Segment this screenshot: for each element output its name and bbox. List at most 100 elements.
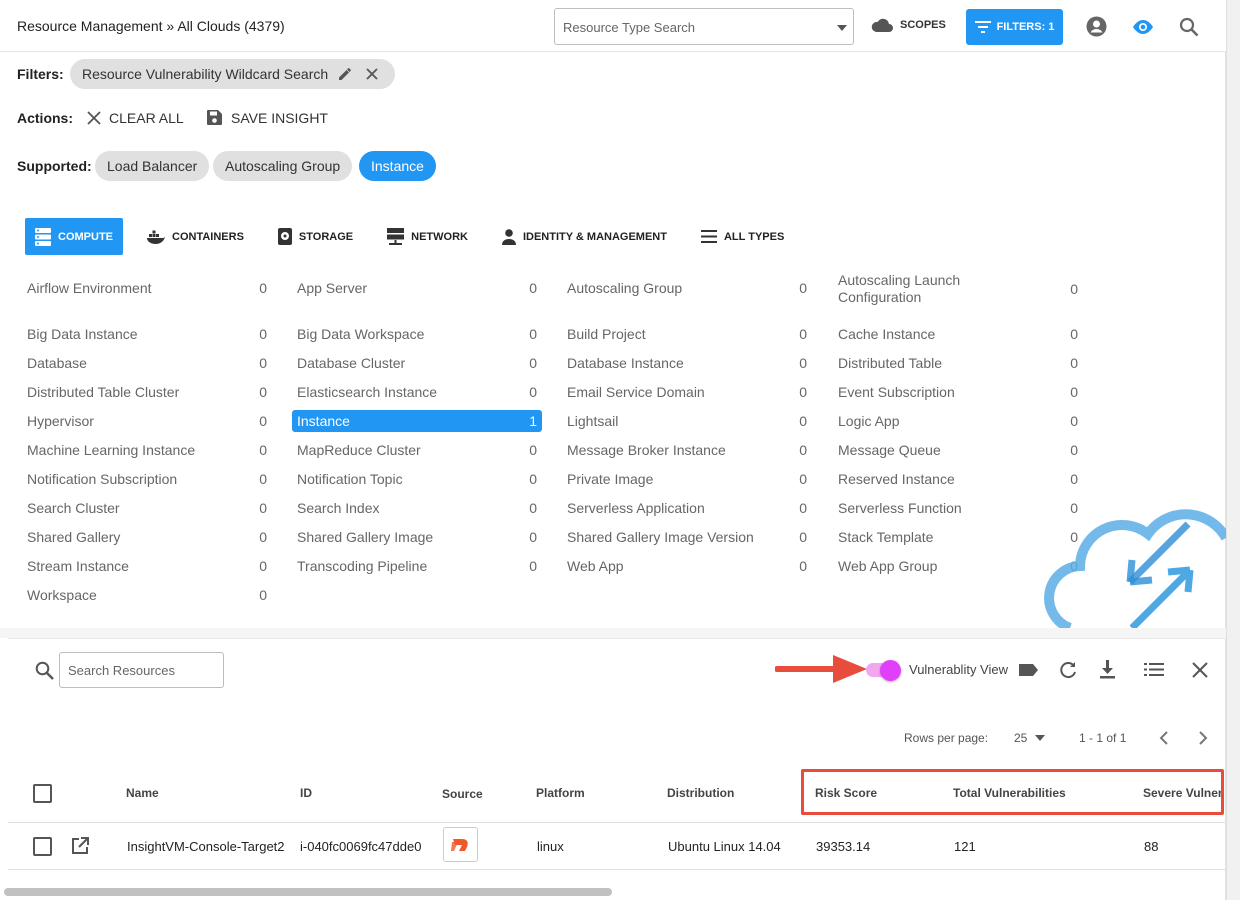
resource-type-item[interactable]: Database Instance 0 xyxy=(562,352,812,374)
resource-type-item[interactable]: Workspace 0 xyxy=(22,584,272,606)
account-circle-icon[interactable] xyxy=(1086,16,1107,37)
resource-type-item[interactable]: Serverless Application 0 xyxy=(562,497,812,519)
resource-type-item[interactable]: Message Broker Instance 0 xyxy=(562,439,812,461)
resource-type-item[interactable]: Instance 1 xyxy=(292,410,542,432)
resource-type-item[interactable]: Machine Learning Instance 0 xyxy=(22,439,272,461)
tab-containers[interactable]: CONTAINERS xyxy=(137,218,254,255)
resource-type-search[interactable]: Resource Type Search xyxy=(554,8,854,45)
clear-all-button[interactable]: CLEAR ALL xyxy=(87,110,184,126)
resource-type-count: 0 xyxy=(259,355,267,371)
tab-label: IDENTITY & MANAGEMENT xyxy=(522,230,667,243)
resource-type-label: Email Service Domain xyxy=(567,383,705,400)
resource-type-count: 0 xyxy=(259,500,267,516)
resource-type-item[interactable]: Notification Topic 0 xyxy=(292,468,542,490)
resource-type-item[interactable]: Autoscaling Launch Configuration 0 xyxy=(833,271,1083,307)
row-distribution: Ubuntu Linux 14.04 xyxy=(668,839,781,854)
supported-chip-instance[interactable]: Instance xyxy=(359,151,436,181)
resource-type-item[interactable]: Logic App 0 xyxy=(833,410,1083,432)
resource-type-item[interactable]: Shared Gallery 0 xyxy=(22,526,272,548)
horizontal-scrollbar[interactable] xyxy=(4,888,612,896)
resource-type-count: 0 xyxy=(529,280,537,296)
resource-type-item[interactable]: Build Project 0 xyxy=(562,323,812,345)
resource-type-item[interactable]: Lightsail 0 xyxy=(562,410,812,432)
resource-type-label: Database xyxy=(27,354,87,371)
column-list-icon[interactable] xyxy=(1144,663,1164,676)
resource-type-count: 0 xyxy=(799,500,807,516)
tab-network[interactable]: NETWORK xyxy=(377,218,478,255)
resource-type-count: 0 xyxy=(529,326,537,342)
tab-all-types[interactable]: ALL TYPES xyxy=(691,218,794,255)
vulnerability-view-toggle-knob[interactable] xyxy=(880,660,901,681)
tag-icon[interactable] xyxy=(1018,663,1039,677)
download-icon[interactable] xyxy=(1100,660,1115,679)
resource-type-item[interactable]: Database Cluster 0 xyxy=(292,352,542,374)
supported-chip-autoscaling-group[interactable]: Autoscaling Group xyxy=(213,151,353,181)
search-icon[interactable] xyxy=(1179,17,1199,37)
chevron-left-icon[interactable] xyxy=(1159,731,1168,745)
column-header-distribution[interactable]: Distribution xyxy=(667,786,734,800)
resource-type-item[interactable]: Search Cluster 0 xyxy=(22,497,272,519)
select-all-checkbox[interactable] xyxy=(33,784,52,803)
resource-type-label: Stream Instance xyxy=(27,557,129,574)
resource-type-item[interactable]: Shared Gallery Image 0 xyxy=(292,526,542,548)
resource-type-item[interactable]: Web App 0 xyxy=(562,555,812,577)
resource-type-item[interactable]: Big Data Workspace 0 xyxy=(292,323,542,345)
resource-type-item[interactable]: Hypervisor 0 xyxy=(22,410,272,432)
resource-type-item[interactable]: Transcoding Pipeline 0 xyxy=(292,555,542,577)
resource-type-item[interactable]: Stream Instance 0 xyxy=(22,555,272,577)
resource-type-item[interactable]: App Server 0 xyxy=(292,277,542,299)
resource-type-label: Notification Subscription xyxy=(27,470,178,487)
resource-type-item[interactable]: Airflow Environment 0 xyxy=(22,277,272,299)
filter-chip[interactable]: Resource Vulnerability Wildcard Search xyxy=(70,59,395,89)
column-header-platform[interactable]: Platform xyxy=(536,786,585,800)
resource-type-item[interactable]: Database 0 xyxy=(22,352,272,374)
open-external-icon[interactable] xyxy=(71,837,89,855)
resource-type-label: Autoscaling Group xyxy=(567,279,683,296)
pencil-icon[interactable] xyxy=(338,67,352,81)
refresh-icon[interactable] xyxy=(1059,661,1077,679)
tab-identity-management[interactable]: IDENTITY & MANAGEMENT xyxy=(492,218,677,255)
scopes-button[interactable]: SCOPES xyxy=(870,17,946,33)
vertical-scrollbar[interactable] xyxy=(1226,0,1240,900)
caret-down-icon xyxy=(1035,735,1046,741)
resource-type-item[interactable]: Distributed Table 0 xyxy=(833,352,1083,374)
search-resources-input[interactable]: Search Resources xyxy=(59,652,224,688)
rows-per-page-label: Rows per page: xyxy=(904,731,989,745)
resource-type-item[interactable]: Shared Gallery Image Version 0 xyxy=(562,526,812,548)
resource-type-item[interactable]: Cache Instance 0 xyxy=(833,323,1083,345)
save-insight-label: SAVE INSIGHT xyxy=(231,109,328,126)
resource-type-item[interactable]: MapReduce Cluster 0 xyxy=(292,439,542,461)
eye-icon[interactable] xyxy=(1131,19,1155,35)
close-icon[interactable] xyxy=(366,68,378,80)
resource-type-item[interactable]: Autoscaling Group 0 xyxy=(562,277,812,299)
storage-icon xyxy=(277,228,292,245)
resource-type-item[interactable]: Elasticsearch Instance 0 xyxy=(292,381,542,403)
chevron-down-icon[interactable] xyxy=(837,25,847,31)
person-icon xyxy=(501,228,516,245)
clear-all-label: CLEAR ALL xyxy=(109,110,184,126)
resource-type-item[interactable]: Private Image 0 xyxy=(562,468,812,490)
resource-type-item[interactable]: Notification Subscription 0 xyxy=(22,468,272,490)
column-header-name[interactable]: Name xyxy=(126,786,159,800)
tab-compute[interactable]: COMPUTE xyxy=(25,218,123,255)
rows-per-page-select[interactable]: 25 xyxy=(1014,731,1046,745)
resource-type-item[interactable]: Message Queue 0 xyxy=(833,439,1083,461)
resource-type-item[interactable]: Email Service Domain 0 xyxy=(562,381,812,403)
column-header-source[interactable]: Source xyxy=(442,787,483,801)
supported-chip-load-balancer[interactable]: Load Balancer xyxy=(95,151,210,181)
tab-storage[interactable]: STORAGE xyxy=(268,218,363,255)
supported-label: Supported: xyxy=(17,158,92,174)
chevron-right-icon[interactable] xyxy=(1199,731,1208,745)
resource-type-item[interactable]: Search Index 0 xyxy=(292,497,542,519)
resource-type-item[interactable]: Event Subscription 0 xyxy=(833,381,1083,403)
resource-type-count: 0 xyxy=(799,558,807,574)
filters-button[interactable]: FILTERS: 1 xyxy=(966,9,1063,45)
resource-type-label: Private Image xyxy=(567,470,654,487)
column-header-id[interactable]: ID xyxy=(300,786,312,800)
resource-type-item[interactable]: Distributed Table Cluster 0 xyxy=(22,381,272,403)
save-insight-button[interactable]: SAVE INSIGHT xyxy=(206,109,328,126)
resource-type-item[interactable]: Big Data Instance 0 xyxy=(22,323,272,345)
close-icon[interactable] xyxy=(1192,662,1208,678)
row-checkbox[interactable] xyxy=(33,837,52,856)
resource-type-item[interactable]: Reserved Instance 0 xyxy=(833,468,1083,490)
